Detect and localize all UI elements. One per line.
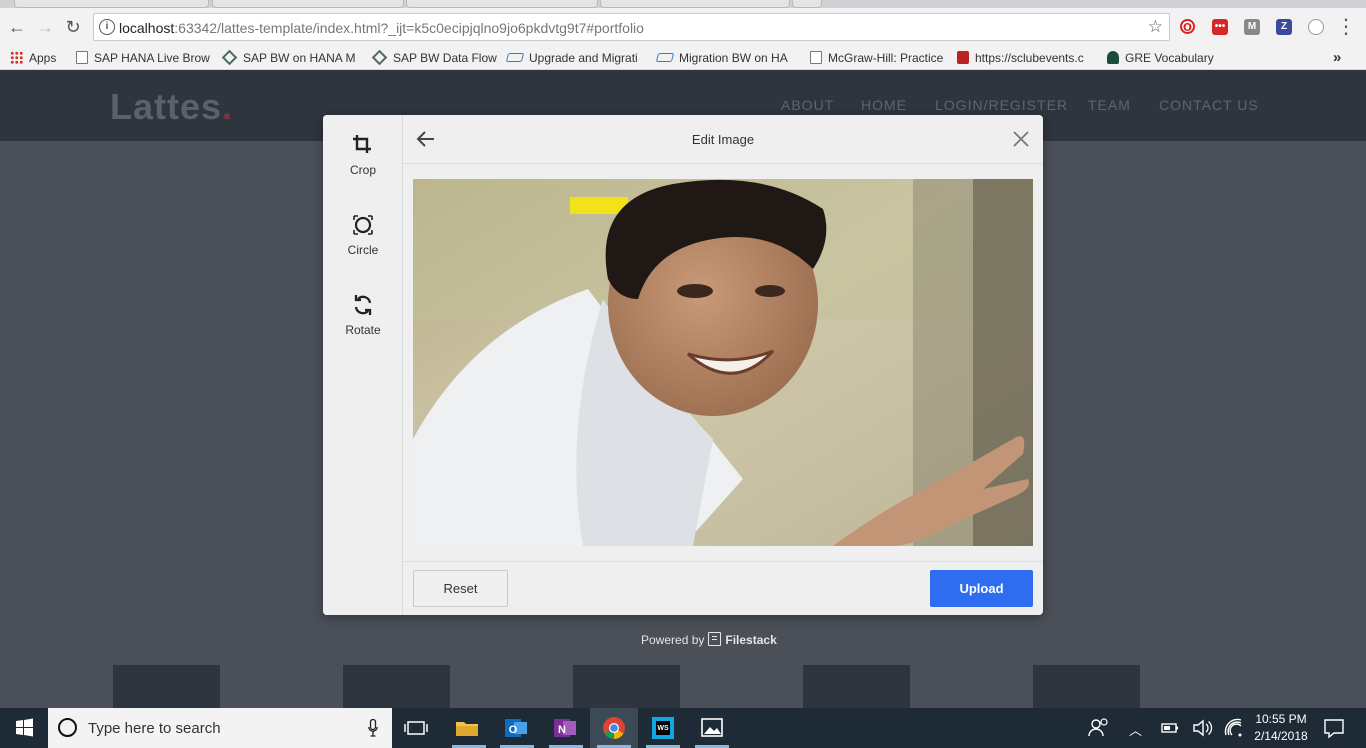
- browser-tab[interactable]: [14, 0, 209, 8]
- circle-label: Circle: [347, 243, 379, 257]
- circle-tool[interactable]: Circle: [323, 213, 403, 273]
- crop-icon: [353, 135, 371, 153]
- volume-icon[interactable]: [1188, 714, 1216, 742]
- image-canvas[interactable]: [413, 179, 1033, 546]
- svg-text:O: O: [509, 724, 518, 736]
- svg-text:N: N: [558, 724, 566, 736]
- back-arrow-icon[interactable]: ←: [7, 17, 27, 37]
- upload-button[interactable]: Upload: [930, 570, 1033, 607]
- address-url[interactable]: localhost:63342/lattes-template/index.ht…: [119, 20, 644, 36]
- portfolio-tile: [573, 665, 680, 708]
- close-icon[interactable]: [1011, 129, 1031, 149]
- apps-grid-icon: [10, 51, 23, 64]
- chrome-icon[interactable]: [600, 714, 628, 742]
- task-view-icon[interactable]: [402, 714, 430, 742]
- bookmark-item[interactable]: GRE Vocabulary: [1107, 49, 1214, 67]
- battery-icon[interactable]: [1156, 714, 1184, 742]
- onenote-icon[interactable]: N: [551, 714, 579, 742]
- windows-taskbar: Type here to search O N WS ︿ 10:55 PM 2/…: [0, 708, 1366, 748]
- webstorm-icon[interactable]: WS: [649, 714, 677, 742]
- spartan-icon: [1107, 51, 1119, 64]
- bookmarks-bar: Apps SAP HANA Live Brow SAP BW on HANA M…: [0, 46, 1366, 70]
- system-clock[interactable]: 10:55 PM 2/14/2018: [1250, 711, 1312, 745]
- site-logo[interactable]: Lattes.: [110, 86, 233, 128]
- filestack-logo-icon: [708, 632, 722, 646]
- nav-home[interactable]: HOME: [861, 97, 907, 113]
- bookmark-item[interactable]: McGraw-Hill: Practice: [810, 49, 943, 67]
- modal-header: Edit Image: [403, 115, 1043, 164]
- browser-tab-strip: [0, 0, 1366, 8]
- bookmark-item[interactable]: https://sclubevents.c: [957, 49, 1084, 67]
- windows-start-icon[interactable]: [0, 708, 48, 748]
- wifi-icon[interactable]: [1220, 714, 1248, 742]
- nav-about[interactable]: ABOUT: [781, 97, 834, 113]
- clock-time: 10:55 PM: [1255, 712, 1307, 726]
- bookmark-item[interactable]: SAP HANA Live Brow: [76, 49, 210, 67]
- bookmark-apps[interactable]: Apps: [10, 49, 56, 67]
- rotate-label: Rotate: [345, 323, 381, 337]
- diamond-icon: [371, 49, 388, 66]
- browser-tab[interactable]: [600, 0, 790, 8]
- extension-icon[interactable]: M: [1244, 19, 1260, 35]
- svg-text:WS: WS: [657, 725, 669, 732]
- chevron-up-icon[interactable]: ︿: [1129, 720, 1142, 739]
- rotate-tool[interactable]: Rotate: [323, 293, 403, 353]
- bookmark-item[interactable]: Migration BW on HA: [655, 49, 788, 67]
- page-icon: [76, 51, 88, 64]
- browser-toolbar: ← → ↻ i localhost:63342/lattes-template/…: [0, 8, 1366, 46]
- club-icon: [957, 51, 969, 64]
- portfolio-tile: [1033, 665, 1140, 708]
- bookmark-item[interactable]: SAP BW Data Flow: [371, 49, 497, 67]
- portfolio-tile: [113, 665, 220, 708]
- crop-label: Crop: [349, 163, 376, 177]
- extension-icon[interactable]: [1308, 19, 1324, 35]
- rotate-icon: [354, 295, 372, 315]
- notification-center-icon[interactable]: [1320, 714, 1348, 742]
- nav-contact-us[interactable]: CONTACT US: [1159, 97, 1259, 113]
- yellow-highlight: [570, 197, 628, 214]
- powered-by[interactable]: Powered by Filestack: [641, 632, 777, 647]
- nav-team[interactable]: TEAM: [1088, 97, 1131, 113]
- opera-extension-icon[interactable]: o: [1180, 19, 1195, 34]
- modal-footer: Reset Upload: [403, 561, 1043, 615]
- edit-image-modal: Crop Circle Rotate Edit Image Reset Uplo…: [323, 115, 1043, 615]
- diamond-icon: [221, 49, 238, 66]
- site-info-icon[interactable]: i: [99, 19, 115, 35]
- menu-dots-icon[interactable]: ⋮: [1336, 17, 1356, 37]
- file-explorer-icon[interactable]: [453, 714, 481, 742]
- new-tab-button[interactable]: [792, 0, 822, 8]
- page-icon: [810, 51, 822, 64]
- search-placeholder: Type here to search: [88, 720, 221, 737]
- bookmark-star-icon[interactable]: ☆: [1148, 17, 1163, 37]
- sap-icon: [655, 53, 675, 62]
- portfolio-tile: [803, 665, 910, 708]
- microphone-icon[interactable]: [368, 719, 378, 737]
- reload-icon[interactable]: ↻: [63, 17, 83, 37]
- browser-tab[interactable]: [406, 0, 598, 8]
- zotero-extension-icon[interactable]: Z: [1276, 19, 1292, 35]
- crop-tool[interactable]: Crop: [323, 133, 403, 193]
- clock-date: 2/14/2018: [1254, 729, 1308, 743]
- photos-icon[interactable]: [698, 714, 726, 742]
- modal-title: Edit Image: [691, 132, 755, 147]
- bookmark-item[interactable]: Upgrade and Migrati: [505, 49, 638, 67]
- people-icon[interactable]: [1085, 714, 1113, 742]
- circle-icon: [353, 215, 373, 235]
- reset-button[interactable]: Reset: [413, 570, 508, 607]
- portrait-photo: [413, 179, 1033, 546]
- tool-sidebar: Crop Circle Rotate: [323, 115, 403, 615]
- bookmark-item[interactable]: SAP BW on HANA M: [221, 49, 355, 67]
- sap-icon: [505, 53, 525, 62]
- taskbar-search[interactable]: Type here to search: [48, 708, 392, 748]
- outlook-icon[interactable]: O: [502, 714, 530, 742]
- cortana-icon: [58, 718, 77, 737]
- forward-arrow-icon[interactable]: →: [35, 17, 55, 37]
- browser-tab[interactable]: [212, 0, 404, 8]
- lastpass-extension-icon[interactable]: •••: [1212, 19, 1228, 35]
- portfolio-tile: [343, 665, 450, 708]
- bookmarks-overflow-icon[interactable]: »: [1333, 49, 1341, 67]
- nav-login-register[interactable]: LOGIN/REGISTER: [935, 97, 1068, 113]
- address-bar[interactable]: i localhost:63342/lattes-template/index.…: [93, 13, 1170, 41]
